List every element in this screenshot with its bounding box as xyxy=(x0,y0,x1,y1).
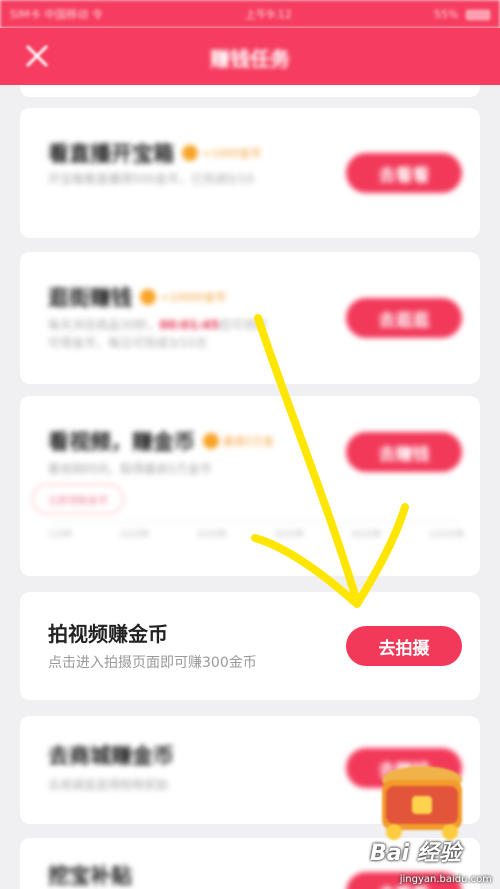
app-header: 赚钱任务 xyxy=(0,28,500,85)
page-title: 赚钱任务 xyxy=(210,47,290,71)
timeline-ticks: 1分钟 10分钟 20分钟 30分钟 60分钟 120分钟 xyxy=(48,527,464,540)
reward-text: +10000金币 xyxy=(160,291,227,304)
task-card-live-box: 看直播开宝箱 +1000金币 开宝箱看直播得500金币，已完成0/10 去看看 xyxy=(20,108,480,238)
carrier-text: SIM卡 中国移动 令 xyxy=(10,8,103,21)
coin-icon xyxy=(140,289,156,305)
task-desc: 每天浏览商品30秒，00:01:45后可领取 可得金币，每日可完成3/10次 xyxy=(48,316,318,352)
tick-label: 20分钟 xyxy=(196,530,227,540)
desc-part: 可得金币，每日可完成3/10次 xyxy=(48,336,207,350)
reward-text: +1000金币 xyxy=(202,147,262,160)
tick-label: 120分钟 xyxy=(428,530,464,540)
task-card-shoot-video: 拍视频赚金币 点击进入拍摄页面即可赚300金币 去拍摄 xyxy=(20,592,480,700)
claim-chip[interactable]: 立即领取金币 xyxy=(32,484,124,514)
task-desc: 看视频时间，取得最高5万金币 xyxy=(48,462,212,476)
task-title: 挖宝补贴 xyxy=(48,864,132,888)
task-title: 看直播开宝箱 xyxy=(48,142,174,166)
task-title: 看视频，赚金币 xyxy=(48,430,195,454)
battery-icon xyxy=(466,9,490,20)
progress-timeline xyxy=(50,521,460,522)
card-partial-top xyxy=(20,85,480,97)
tick-label: 1分钟 xyxy=(48,530,72,540)
task-desc: 开宝箱看直播得500金币，已完成0/10 xyxy=(48,172,254,186)
tick-label: 10分钟 xyxy=(119,530,150,540)
watermark-url: jingyan.baidu.com xyxy=(399,874,492,885)
task-title: 拍视频赚金币 xyxy=(48,622,168,646)
go-watch-button[interactable]: 去看看 xyxy=(346,153,462,193)
watermark-brand: Bai 经验 xyxy=(370,841,461,866)
status-bar: SIM卡 中国移动 令 上午9:12 55% xyxy=(0,0,500,28)
task-card-watch-video: 看视频，赚金币 最高5万金 看视频时间，取得最高5万金币 立即领取金币 1分钟 … xyxy=(20,396,480,576)
tick-label: 60分钟 xyxy=(351,530,381,540)
go-shoot-button[interactable]: 去拍摄 xyxy=(346,626,462,666)
battery-indicator: 55% xyxy=(434,8,490,21)
task-title: 去商城赚金币 xyxy=(48,744,174,768)
desc-part: 每天浏览商品30秒， xyxy=(48,318,160,332)
coin-icon xyxy=(203,433,219,449)
go-earn-button[interactable]: 去赚钱 xyxy=(346,432,462,472)
task-desc: 点击进入拍摄页面即可赚300金币 xyxy=(48,655,257,671)
clock-text: 上午9:12 xyxy=(245,8,292,21)
task-title: 逛街赚钱 xyxy=(48,286,132,310)
battery-text: 55% xyxy=(434,7,459,21)
baidu-watermark: Bai 经验 jingyan.baidu.com xyxy=(370,835,500,889)
task-desc: 去商城逛逛得购物奖励 xyxy=(48,778,169,792)
reward-text: 最高5万金 xyxy=(223,435,274,448)
desc-part: 后可领取 xyxy=(218,318,267,332)
go-shop-button[interactable]: 去逛逛 xyxy=(346,298,462,338)
countdown-text: 00:01:45 xyxy=(159,318,219,332)
tick-label: 30分钟 xyxy=(274,530,304,540)
coin-icon xyxy=(182,145,198,161)
task-card-shopping: 逛街赚钱 +10000金币 每天浏览商品30秒，00:01:45后可领取 可得金… xyxy=(20,252,480,384)
